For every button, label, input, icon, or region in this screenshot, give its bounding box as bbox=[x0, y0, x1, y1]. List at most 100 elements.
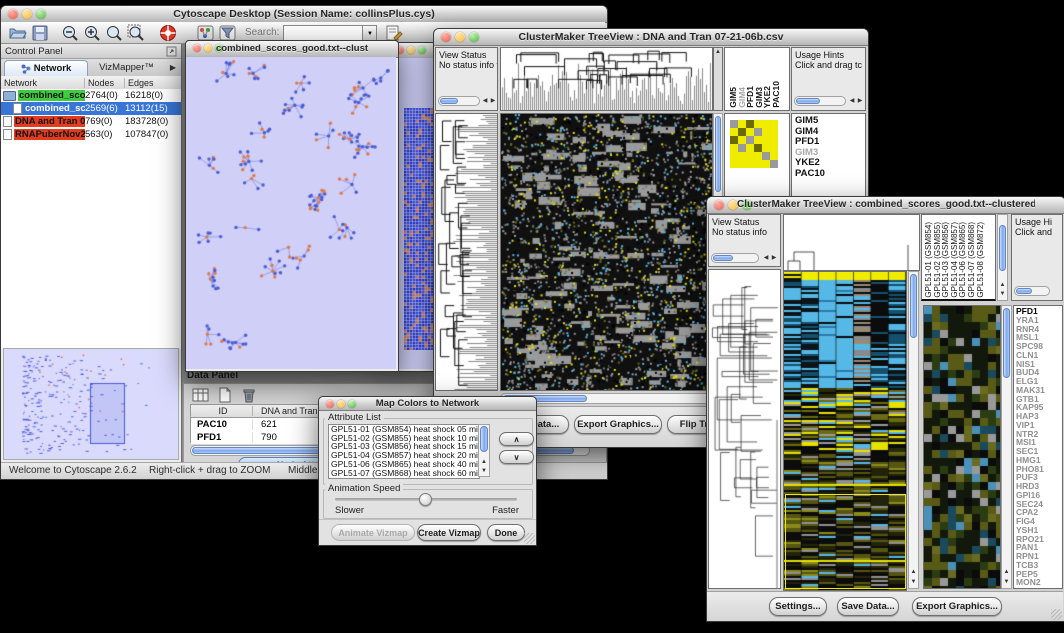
matrix-cell[interactable] bbox=[730, 152, 738, 160]
scroll-up-icon[interactable]: ▲ bbox=[999, 282, 1007, 289]
resize-grip[interactable] bbox=[524, 533, 535, 544]
move-down-button[interactable]: ∨ bbox=[499, 450, 534, 464]
gene-label[interactable]: GIM5 bbox=[795, 116, 865, 127]
save-icon[interactable] bbox=[29, 23, 51, 43]
matrix-cell[interactable] bbox=[762, 152, 770, 160]
gene-label[interactable]: RPN1 bbox=[1016, 552, 1062, 561]
gene-label[interactable]: YSH1 bbox=[1016, 526, 1062, 535]
matrix-cell[interactable] bbox=[730, 144, 738, 152]
gene-label[interactable]: MON2 bbox=[1016, 578, 1062, 587]
network-canvas-1[interactable] bbox=[186, 57, 396, 369]
tv1-usage-hscroll-thumb[interactable] bbox=[796, 98, 820, 104]
minimize-icon[interactable] bbox=[204, 44, 212, 52]
tv2-usage-hscroll[interactable] bbox=[1014, 286, 1050, 296]
tv1-export-graphics-button[interactable]: Export Graphics... bbox=[574, 415, 662, 434]
minimize-icon[interactable] bbox=[337, 400, 345, 408]
matrix-cell[interactable] bbox=[770, 152, 778, 160]
gene-label[interactable]: PEP5 bbox=[1016, 570, 1062, 579]
tv2-overview-vscroll-thumb[interactable] bbox=[1003, 308, 1010, 378]
minimize-icon[interactable] bbox=[407, 46, 415, 54]
tab-vizmapper[interactable]: VizMapper™ bbox=[88, 59, 165, 76]
matrix-cell[interactable] bbox=[738, 136, 746, 144]
tv1-row-dendrogram-canvas[interactable] bbox=[436, 114, 497, 390]
matrix-cell[interactable] bbox=[746, 136, 754, 144]
tv2-row-dendrogram[interactable] bbox=[708, 269, 781, 589]
tv1-vscroll-thumb[interactable] bbox=[715, 116, 721, 192]
treeview-2-titlebar[interactable]: ClusterMaker TreeView : combined_scores_… bbox=[707, 197, 1064, 214]
birdseye-view[interactable] bbox=[3, 348, 179, 460]
gene-label[interactable]: GIM4 bbox=[795, 127, 865, 138]
tv2-column-dendrogram-canvas[interactable] bbox=[784, 215, 919, 270]
tv2-row-dendrogram-canvas[interactable] bbox=[709, 270, 780, 588]
tv1-status-hscroll[interactable] bbox=[438, 96, 480, 106]
tv2-labels-vscroll-thumb[interactable] bbox=[999, 225, 1006, 271]
tv1-heatmap[interactable] bbox=[500, 113, 713, 391]
done-button[interactable]: Done bbox=[487, 524, 525, 541]
scroll-up-icon[interactable]: ▲ bbox=[714, 49, 722, 56]
tv2-overview-canvas[interactable] bbox=[924, 306, 1000, 588]
tv2-labels-vscroll[interactable]: ▲ ▼ bbox=[997, 214, 1008, 301]
gene-label[interactable]: HMG1 bbox=[1016, 456, 1062, 465]
network-table-row[interactable]: combined_scores2764(0)16218(0) bbox=[1, 89, 181, 102]
matrix-cell[interactable] bbox=[762, 128, 770, 136]
matrix-cell[interactable] bbox=[730, 160, 738, 168]
attribute-item[interactable]: GPL51-07 (GSM868) heat shock 60 min bbox=[329, 469, 479, 478]
open-file-icon[interactable] bbox=[7, 23, 29, 43]
scroll-down-icon[interactable]: ▼ bbox=[480, 468, 488, 475]
network-table-row[interactable]: RNAPuberNov2+563(0)107847(0) bbox=[1, 128, 181, 141]
gene-label[interactable]: HAP3 bbox=[1016, 412, 1062, 421]
create-vizmap-button[interactable]: Create Vizmap bbox=[417, 524, 481, 541]
matrix-cell[interactable] bbox=[770, 136, 778, 144]
tv1-column-dendrogram-canvas[interactable] bbox=[501, 48, 712, 110]
matrix-cell[interactable] bbox=[738, 152, 746, 160]
gene-label[interactable]: RPO21 bbox=[1016, 535, 1062, 544]
gene-label[interactable]: PFD1 bbox=[1016, 307, 1062, 316]
gene-label[interactable]: BUD4 bbox=[1016, 368, 1062, 377]
col-network[interactable]: Network bbox=[1, 78, 85, 88]
matrix-cell[interactable] bbox=[770, 120, 778, 128]
similarity-matrix[interactable] bbox=[730, 120, 778, 168]
scroll-up-icon[interactable]: ▲ bbox=[480, 459, 488, 466]
matrix-cell[interactable] bbox=[738, 120, 746, 128]
gene-label[interactable]: ELG1 bbox=[1016, 377, 1062, 386]
gene-label[interactable]: HRD3 bbox=[1016, 482, 1062, 491]
gene-label[interactable]: RNR4 bbox=[1016, 325, 1062, 334]
attribute-list-vscroll-thumb[interactable] bbox=[480, 426, 488, 452]
tv1-column-dendrogram[interactable] bbox=[500, 47, 713, 111]
network-table-row[interactable]: combined_sco2569(6)13112(15) bbox=[1, 102, 181, 115]
birdseye-canvas[interactable] bbox=[4, 349, 178, 459]
network-table-row[interactable]: DNA and Tran 07769(0)183728(0) bbox=[1, 115, 181, 128]
gene-label[interactable]: YKE2 bbox=[795, 158, 865, 169]
gene-label[interactable]: VIP1 bbox=[1016, 421, 1062, 430]
search-combobox[interactable]: ▼ bbox=[283, 25, 377, 41]
zoom-in-icon[interactable] bbox=[81, 23, 103, 43]
tv2-vscroll-thumb[interactable] bbox=[910, 274, 917, 338]
zoom-fit-icon[interactable] bbox=[103, 23, 125, 43]
gene-label[interactable]: GTB1 bbox=[1016, 395, 1062, 404]
gene-label[interactable]: KAP95 bbox=[1016, 403, 1062, 412]
matrix-cell[interactable] bbox=[746, 128, 754, 136]
new-attribute-icon[interactable] bbox=[214, 385, 236, 405]
gene-label[interactable]: SEC24 bbox=[1016, 500, 1062, 509]
scroll-down-icon[interactable]: ▼ bbox=[1003, 579, 1011, 586]
tv2-overview-heatmap[interactable] bbox=[923, 305, 1001, 589]
scroll-down-icon[interactable]: ▼ bbox=[999, 291, 1007, 298]
gene-label[interactable]: PAN1 bbox=[1016, 543, 1062, 552]
matrix-cell[interactable] bbox=[746, 120, 754, 128]
close-icon[interactable] bbox=[326, 400, 334, 408]
column-label[interactable]: PAC10 bbox=[772, 81, 781, 108]
matrix-cell[interactable] bbox=[754, 144, 762, 152]
col-id[interactable]: ID bbox=[191, 406, 253, 416]
close-icon[interactable] bbox=[193, 44, 201, 52]
col-edges[interactable]: Edges bbox=[125, 78, 181, 88]
matrix-cell[interactable] bbox=[754, 128, 762, 136]
tv2-heatmap[interactable] bbox=[783, 271, 907, 591]
gene-label[interactable]: MSL1 bbox=[1016, 333, 1062, 342]
matrix-cell[interactable] bbox=[746, 144, 754, 152]
tv2-column-dendrogram[interactable] bbox=[783, 214, 920, 271]
tv2-export-graphics-button[interactable]: Export Graphics... bbox=[912, 597, 1002, 616]
matrix-cell[interactable] bbox=[738, 144, 746, 152]
delete-attribute-icon[interactable] bbox=[238, 385, 260, 405]
close-icon[interactable] bbox=[441, 32, 451, 42]
scroll-right-icon[interactable]: ▶ bbox=[489, 98, 497, 105]
